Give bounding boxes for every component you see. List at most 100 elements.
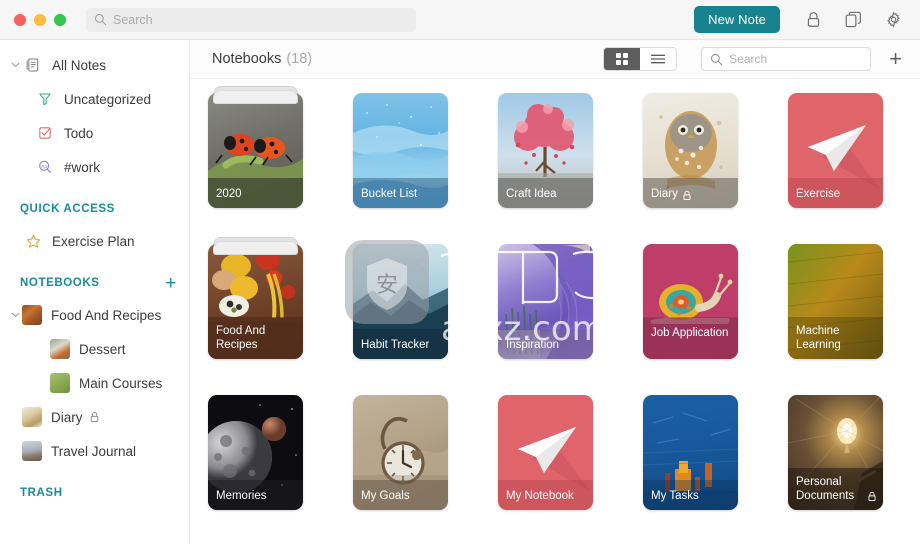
notebook-tile[interactable]: Habit Tracker	[353, 244, 448, 359]
notebook-cover: Machine Learning	[788, 244, 883, 359]
section-title: TRASH	[20, 487, 63, 499]
close-button[interactable]	[14, 13, 26, 26]
window-body: All Notes Uncategorized Todo Aa #work QU…	[0, 40, 920, 544]
notebook-tile[interactable]: Exercise	[788, 93, 883, 208]
search-icon	[710, 53, 723, 66]
funnel-icon	[34, 91, 56, 107]
notebook-grid-scroll[interactable]: 2020 Bucket List Craft Idea Diary Exerci…	[190, 79, 920, 544]
sidebar-item-label: Dessert	[79, 341, 126, 357]
sidebar-section-trash[interactable]: TRASH	[0, 478, 189, 508]
notebook-label: Bucket List	[353, 182, 448, 208]
page-title: Notebooks	[212, 51, 282, 67]
list-view-button[interactable]	[640, 48, 677, 70]
notebook-tile[interactable]: Bucket List	[353, 93, 448, 208]
notebook-cover: Personal Documents	[788, 395, 883, 510]
notes-icon	[22, 57, 44, 73]
notebook-cover: Bucket List	[353, 93, 448, 208]
sidebar-item-all-notes[interactable]: All Notes	[0, 48, 189, 82]
sidebar-item-label: Exercise Plan	[52, 233, 135, 249]
lock-icon	[867, 491, 877, 502]
notebook-name: Craft Idea	[506, 188, 557, 200]
notebook-label: Job Application	[643, 321, 738, 359]
sidebar-item-diary[interactable]: Diary	[0, 400, 189, 434]
duplicate-icon[interactable]	[844, 11, 862, 29]
notebook-cover: 2020	[208, 93, 303, 208]
sidebar-item-label: Uncategorized	[64, 91, 152, 107]
notebook-cover: Diary	[643, 93, 738, 208]
checkbox-icon	[34, 125, 56, 141]
notebook-label: My Goals	[353, 484, 448, 510]
notebook-search-input[interactable]: Search	[701, 47, 872, 71]
sidebar-item-main-courses[interactable]: Main Courses	[0, 366, 189, 400]
global-search-placeholder: Search	[113, 12, 153, 27]
search-icon	[94, 13, 107, 26]
notebook-cover: Inspiration	[498, 244, 593, 359]
notebook-tile[interactable]: 2020	[208, 86, 303, 208]
grid-view-button[interactable]	[604, 48, 641, 70]
add-notebook-button[interactable]: +	[165, 274, 177, 293]
main-header: Notebooks (18) Search +	[190, 40, 920, 79]
section-title: NOTEBOOKS	[20, 277, 100, 289]
sidebar-item-dessert[interactable]: Dessert	[0, 332, 189, 366]
notebook-cover: Exercise	[788, 93, 883, 208]
notebook-tile[interactable]: My Notebook	[498, 395, 593, 510]
sidebar-item-label: Todo	[64, 125, 94, 141]
notebook-tile[interactable]: Memories	[208, 395, 303, 510]
notebook-label: 2020	[208, 182, 303, 208]
notebook-thumbnail	[50, 373, 70, 393]
notebook-tile[interactable]: Food And Recipes	[208, 237, 303, 359]
notebook-tile[interactable]: Inspiration	[498, 244, 593, 359]
notebook-name: Personal Documents	[796, 476, 855, 502]
maximize-button[interactable]	[54, 13, 66, 26]
app-window: Search New Note All Notes Uncategorized …	[0, 0, 920, 544]
global-search-input[interactable]: Search	[86, 7, 416, 32]
notebook-tile[interactable]: Job Application	[643, 244, 738, 359]
star-icon	[22, 233, 44, 250]
sidebar-item-exercise-plan[interactable]: Exercise Plan	[0, 224, 189, 258]
notebook-thumbnail	[22, 305, 42, 325]
notebook-tile[interactable]: Machine Learning	[788, 244, 883, 359]
notebook-search-placeholder: Search	[729, 52, 768, 66]
chevron-down-icon[interactable]	[8, 312, 22, 318]
notebook-name: 2020	[216, 188, 242, 200]
window-controls	[14, 13, 66, 26]
notebook-cover: Memories	[208, 395, 303, 510]
sidebar-item-uncategorized[interactable]: Uncategorized	[0, 82, 189, 116]
notebook-cover: My Notebook	[498, 395, 593, 510]
main-panel: Notebooks (18) Search + 2020 Bucket List…	[190, 40, 920, 544]
notebook-tile[interactable]: Diary	[643, 93, 738, 208]
notebook-grid: 2020 Bucket List Craft Idea Diary Exerci…	[190, 86, 920, 510]
notebook-thumbnail	[22, 407, 42, 427]
sidebar-item-label: Diary	[51, 409, 83, 425]
notebook-tile[interactable]: Craft Idea	[498, 93, 593, 208]
notebook-thumbnail	[50, 339, 70, 359]
notebook-tile[interactable]: My Tasks	[643, 395, 738, 510]
sidebar-item-travel-journal[interactable]: Travel Journal	[0, 434, 189, 468]
notebook-label: Diary	[643, 182, 738, 208]
add-notebook-button[interactable]: +	[889, 48, 902, 70]
lock-icon	[682, 190, 692, 201]
sidebar-item-label: Food And Recipes	[51, 307, 162, 323]
notebook-name: Inspiration	[506, 339, 560, 351]
section-title: QUICK ACCESS	[20, 203, 115, 215]
notebook-tile[interactable]: Personal Documents	[788, 395, 883, 510]
sidebar-item-todo[interactable]: Todo	[0, 116, 189, 150]
gear-icon[interactable]	[884, 11, 902, 29]
notebook-name: Habit Tracker	[361, 339, 430, 351]
sidebar-item-label: Travel Journal	[51, 443, 137, 459]
sidebar-item-work-tag[interactable]: Aa #work	[0, 150, 189, 184]
sidebar: All Notes Uncategorized Todo Aa #work QU…	[0, 40, 190, 544]
new-note-button[interactable]: New Note	[694, 6, 780, 33]
sidebar-item-food-and-recipes[interactable]: Food And Recipes	[0, 298, 189, 332]
minimize-button[interactable]	[34, 13, 46, 26]
notebook-tile[interactable]: My Goals	[353, 395, 448, 510]
notebook-label: My Tasks	[643, 484, 738, 510]
notebook-label: Personal Documents	[788, 470, 883, 510]
lock-icon	[89, 411, 100, 423]
titlebar-icon-group	[804, 11, 902, 29]
lock-icon[interactable]	[804, 11, 822, 29]
chevron-down-icon[interactable]	[8, 62, 22, 68]
sidebar-item-label: All Notes	[52, 57, 107, 73]
notebook-name: Bucket List	[361, 188, 418, 200]
title-bar: Search New Note	[0, 0, 920, 40]
